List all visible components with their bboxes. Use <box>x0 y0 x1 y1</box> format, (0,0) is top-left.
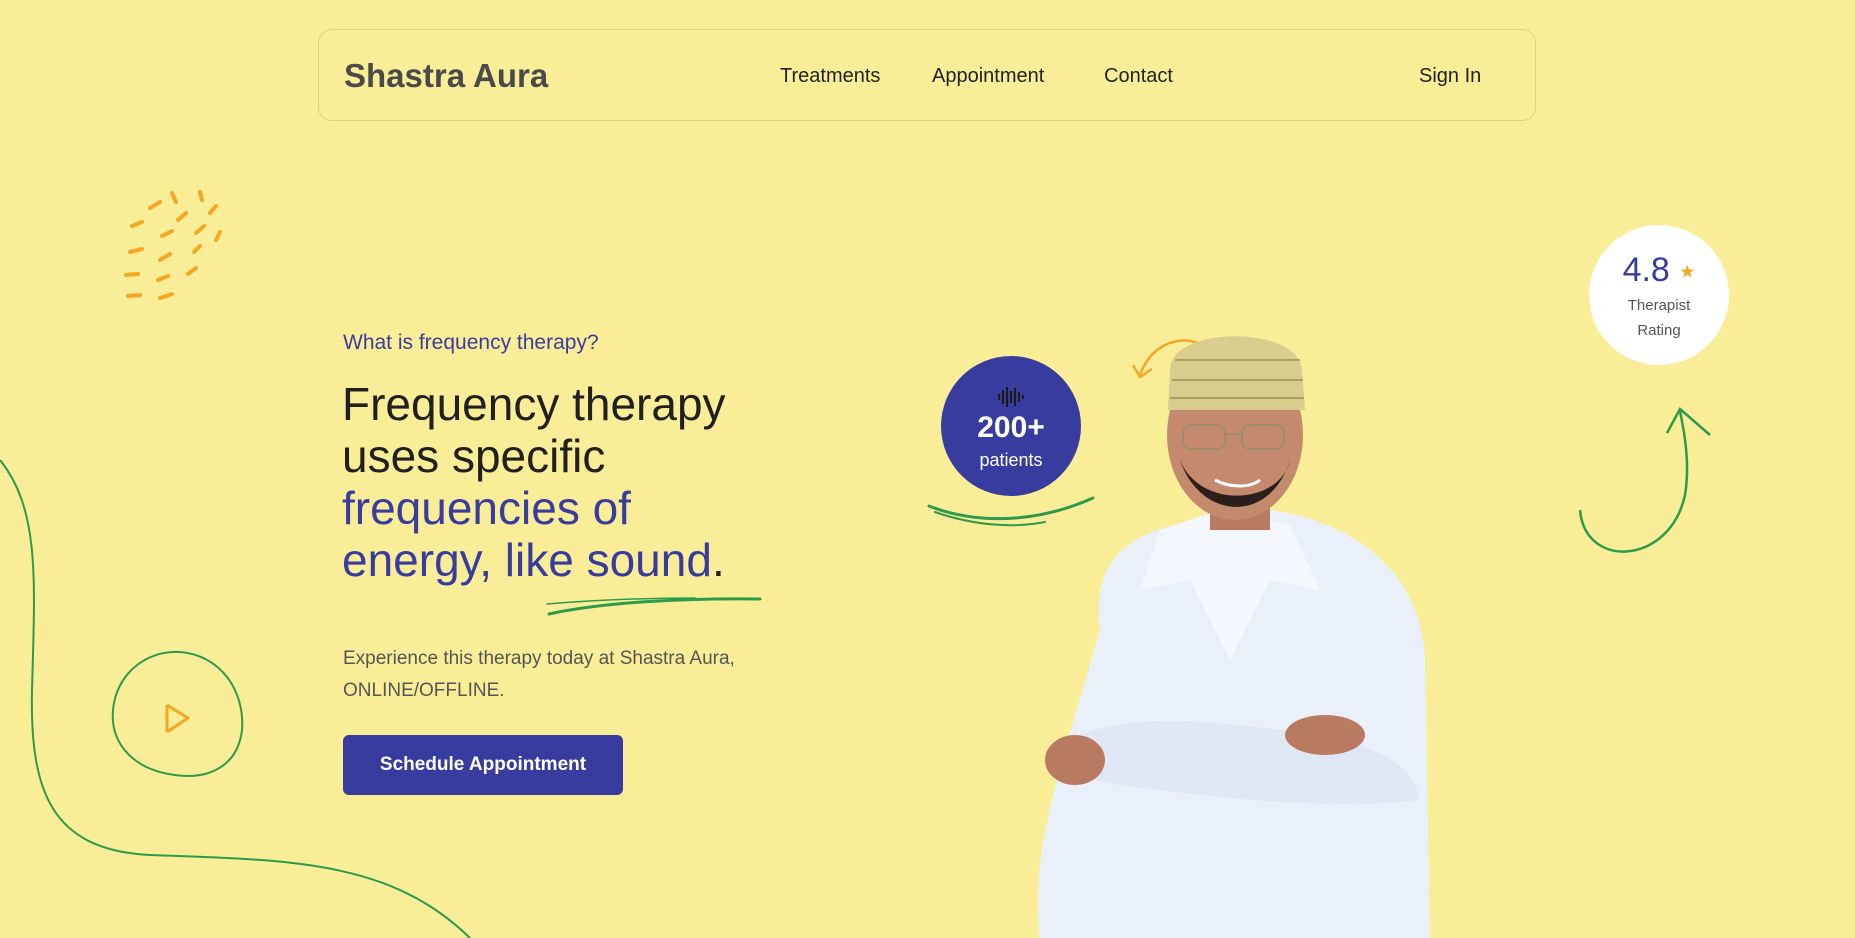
star-icon: ★ <box>1679 261 1696 282</box>
therapist-rating-badge: 4.8 ★ Therapist Rating <box>1589 225 1729 365</box>
hero-headline: Frequency therapy uses specific frequenc… <box>342 378 782 586</box>
nav-link-treatments[interactable]: Treatments <box>780 65 880 88</box>
decorative-dashes <box>124 190 222 300</box>
therapist-photo <box>1038 336 1430 938</box>
brand-logo[interactable]: Shastra Aura <box>344 57 548 95</box>
nav-link-contact[interactable]: Contact <box>1104 65 1173 88</box>
nav-link-appointment[interactable]: Appointment <box>932 65 1044 88</box>
schedule-appointment-button[interactable]: Schedule Appointment <box>343 735 623 795</box>
headline-underline <box>546 597 762 616</box>
green-arrow-icon <box>1578 407 1711 553</box>
hero-eyebrow: What is frequency therapy? <box>343 331 599 354</box>
play-video-button[interactable] <box>110 650 245 780</box>
rating-label: Therapist Rating <box>1627 297 1691 339</box>
headline-accent-text: frequencies of energy, like sound <box>342 482 712 586</box>
hero-description: Experience this therapy today at Shastra… <box>343 648 735 701</box>
play-icon <box>111 650 244 777</box>
headline-dark-text: Frequency therapy uses specific <box>342 378 726 482</box>
rating-value: 4.8 <box>1622 251 1670 289</box>
sign-in-link[interactable]: Sign In <box>1419 65 1481 88</box>
rating-value-row: 4.8 ★ <box>1589 251 1729 290</box>
top-navigation: Shastra Aura Treatments Appointment Cont… <box>318 29 1536 121</box>
headline-end-text: . <box>711 534 725 586</box>
